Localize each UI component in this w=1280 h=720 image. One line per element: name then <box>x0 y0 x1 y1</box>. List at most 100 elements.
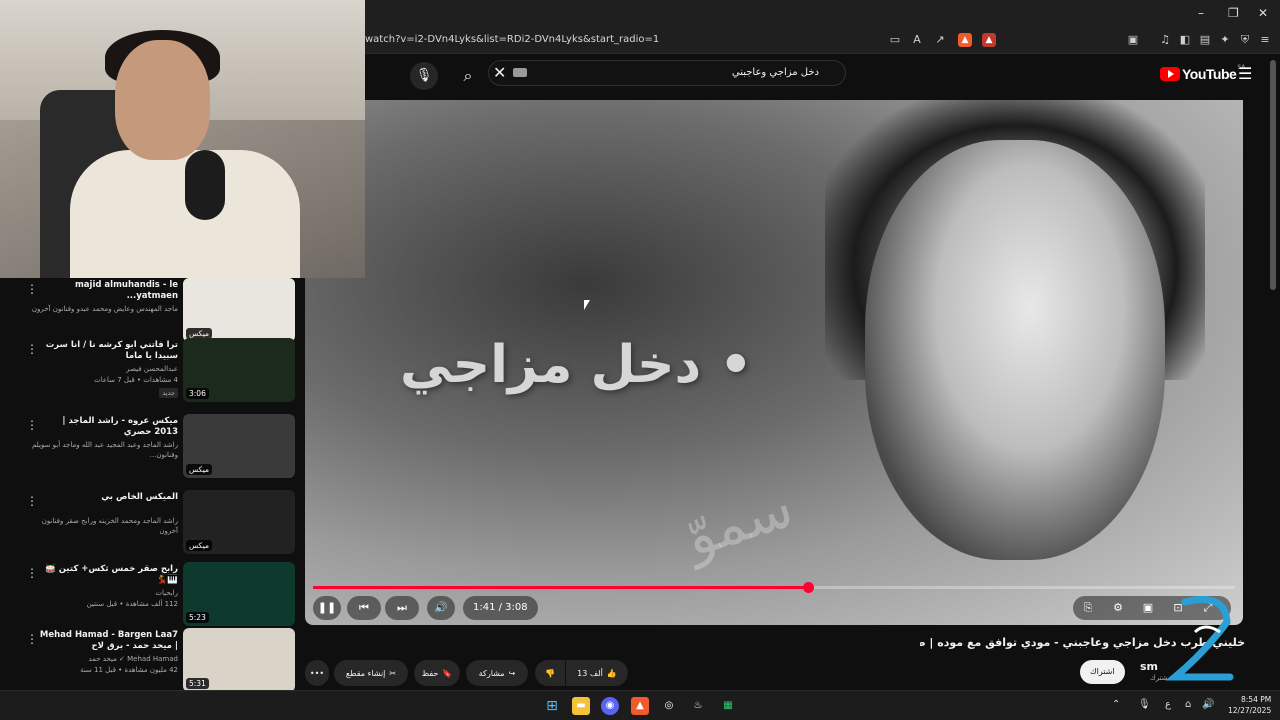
list-item[interactable]: ميكس ⋮ majid almuhandis - le yatmaen... ماج… <box>0 278 300 344</box>
music-icon[interactable]: ♫ <box>1158 33 1172 47</box>
reader-icon[interactable]: ◧ <box>1178 33 1192 47</box>
channel-line: ماجد المهندس وعايض ومحمد عبدو وفنانون آخ… <box>31 305 178 313</box>
more-actions-button[interactable]: ••• <box>305 660 329 686</box>
menu-icon[interactable]: ☰ <box>1238 64 1252 83</box>
progress-bar[interactable] <box>313 582 1235 593</box>
list-item[interactable]: 5:31 ⋮ Mehad Hamad - Bargen Laa7 | ميحد حم… <box>0 628 300 694</box>
browser-menu-icon[interactable]: ≡ <box>1258 33 1272 47</box>
pause-icon: ❚❚ <box>317 601 337 614</box>
page-scrollbar[interactable] <box>1270 60 1276 290</box>
windows-start-icon[interactable]: ⊞ <box>543 697 561 715</box>
video-thumbnail[interactable]: 5:31 <box>183 628 295 692</box>
previous-button[interactable]: ⏮ <box>347 596 381 620</box>
share-label: مشاركة <box>478 668 505 678</box>
clear-icon[interactable]: ✕ <box>493 63 506 82</box>
clip-button[interactable]: إنشاء مقطع ✂ <box>334 660 408 686</box>
tray-chevron-icon[interactable]: ⌃ <box>1112 699 1120 710</box>
settings-icon[interactable]: ⚙ <box>1103 596 1133 620</box>
search-input[interactable]: ✕ دخل مزاجي وعاجبني <box>488 60 846 86</box>
search-icon[interactable]: ⌕ <box>454 62 482 90</box>
wallet-icon[interactable]: ▤ <box>1198 33 1212 47</box>
list-item[interactable]: 5:23 ⋮ رابح صقر خمس ثكس+ كتين 🥁🎹💃 رابحيات 11… <box>0 562 300 628</box>
scrubber-handle[interactable] <box>803 582 815 593</box>
subscribe-button[interactable]: اشتراك <box>1080 660 1125 684</box>
ai-icon[interactable]: ✦ <box>1218 33 1232 47</box>
youtube-logo[interactable]: YouTube SA <box>1160 64 1245 83</box>
file-explorer-icon[interactable]: ▬ <box>572 697 590 715</box>
translate-icon[interactable]: A <box>910 33 924 47</box>
list-item[interactable]: ميكس ⋮ الميكس الخاص بي راشد الماجد ومحمد ال… <box>0 490 300 556</box>
video-thumbnail[interactable]: ميكس <box>183 278 295 342</box>
clock-time: 8:54 PM <box>1241 695 1272 704</box>
search-query[interactable]: دخل مزاجي وعاجبني <box>732 67 819 78</box>
sidebar-toggle-icon[interactable]: ▣ <box>1126 33 1140 47</box>
video-title[interactable]: majid almuhandis - le yatmaen... <box>38 280 178 302</box>
list-item[interactable]: 3:06 ⋮ ترا فاتني ابو كرشه نا / انا سرت سبي… <box>0 338 300 404</box>
network-icon[interactable]: ⌂ <box>1185 699 1191 710</box>
save-label: حفظ <box>421 668 439 678</box>
video-overlay-text: • دخل مزاجي <box>400 335 753 395</box>
volume-tray-icon[interactable]: 🔊 <box>1202 699 1214 710</box>
screen-icon[interactable]: ▭ <box>888 33 902 47</box>
clip-label: إنشاء مقطع <box>345 668 386 678</box>
list-item[interactable]: ميكس ⋮ ميكس عروه - راشد الماجد | 2013 حصري… <box>0 414 300 480</box>
video-title[interactable]: ميكس عروه - راشد الماجد | 2013 حصري <box>38 416 178 438</box>
more-options-icon[interactable]: ⋮ <box>26 282 38 296</box>
video-title[interactable]: الميكس الخاص بي <box>38 492 178 503</box>
duration-badge: ميكس <box>186 540 212 551</box>
miniplayer-icon[interactable]: ▣ <box>1133 596 1163 620</box>
volume-button[interactable]: 🔊 <box>427 596 455 620</box>
channel-line: رابحيات <box>155 589 178 597</box>
captions-icon[interactable]: ⎘ <box>1073 596 1103 620</box>
maximize-button[interactable]: ❐ <box>1228 6 1239 20</box>
progress-fill <box>313 586 809 589</box>
channel-logo-watermark <box>1165 596 1234 681</box>
youtube-play-logo-icon <box>1160 67 1180 81</box>
video-title[interactable]: Mehad Hamad - Bargen Laa7 | ميحد حمد - ب… <box>38 630 178 652</box>
video-watermark: سموّ <box>677 474 801 571</box>
prev-icon: ⏮ <box>359 601 369 614</box>
taskbar: ⊞ ▬ ◉ ▲ ◎ ♨ ▦ ⌃ 🎙 ع ⌂ 🔊 8:54 PM 12/27/20… <box>0 690 1280 720</box>
discord-icon[interactable]: ◉ <box>601 697 619 715</box>
next-button[interactable]: ⏭ <box>385 596 419 620</box>
more-options-icon[interactable]: ⋮ <box>26 494 38 508</box>
close-window-button[interactable]: ✕ <box>1258 6 1268 20</box>
rewards-icon[interactable]: ▲ <box>982 33 996 47</box>
system-clock[interactable]: 8:54 PM 12/27/2025 <box>1228 694 1271 716</box>
video-title[interactable]: ترا فاتني ابو كرشه نا / انا سرت سبيدا يا… <box>38 340 178 362</box>
steam-icon[interactable]: ♨ <box>689 697 707 715</box>
screen: – ❐ ✕ watch?v=i2-DVn4Lyks&list=RDi2-DVn4… <box>0 0 1280 720</box>
keyboard-icon[interactable] <box>513 68 527 77</box>
save-button[interactable]: حفظ 🔖 <box>414 660 460 686</box>
tray-mic-icon[interactable]: 🎙 <box>1138 699 1151 710</box>
obs-icon[interactable]: ◎ <box>660 697 678 715</box>
video-thumbnail[interactable]: 3:06 <box>183 338 295 402</box>
play-pause-button[interactable]: ❚❚ <box>313 596 341 620</box>
channel-name[interactable]: sm <box>1140 660 1158 673</box>
more-options-icon[interactable]: ⋮ <box>26 418 38 432</box>
voice-search-icon[interactable]: 🎙 <box>410 62 438 90</box>
duration-badge: 5:23 <box>186 612 209 623</box>
spreadsheet-icon[interactable]: ▦ <box>719 697 737 715</box>
video-thumbnail[interactable]: ميكس <box>183 414 295 478</box>
vpn-shield-icon[interactable]: ⛨ <box>1238 33 1252 47</box>
video-thumbnail[interactable]: ميكس <box>183 490 295 554</box>
more-options-icon[interactable]: ⋮ <box>26 342 38 356</box>
minimize-button[interactable]: – <box>1198 6 1204 20</box>
webcam-person-head <box>115 40 210 160</box>
video-player[interactable]: • دخل مزاجي سموّ ❚❚ ⏮ ⏭ 🔊 1:41 / 3:08 ⎘ ⚙… <box>305 100 1243 625</box>
dislike-button[interactable]: 👎 <box>535 660 565 686</box>
video-thumbnail[interactable]: 5:23 <box>183 562 295 626</box>
like-count: 13 ألف <box>577 668 603 678</box>
brave-icon[interactable]: ▲ <box>631 697 649 715</box>
more-options-icon[interactable]: ⋮ <box>26 566 38 580</box>
like-button[interactable]: 13 ألف 👍 <box>566 660 628 686</box>
url-text[interactable]: watch?v=i2-DVn4Lyks&list=RDi2-DVn4Lyks&s… <box>365 34 659 45</box>
video-title[interactable]: رابح صقر خمس ثكس+ كتين 🥁🎹💃 <box>38 564 178 586</box>
share-button[interactable]: مشاركة ↪ <box>466 660 528 686</box>
language-indicator[interactable]: ع <box>1165 699 1171 710</box>
share-page-icon[interactable]: ↗ <box>933 33 947 47</box>
more-options-icon[interactable]: ⋮ <box>26 632 38 646</box>
youtube-logo-text: YouTube <box>1182 66 1237 82</box>
brave-shields-icon[interactable]: ▲ <box>958 33 972 47</box>
